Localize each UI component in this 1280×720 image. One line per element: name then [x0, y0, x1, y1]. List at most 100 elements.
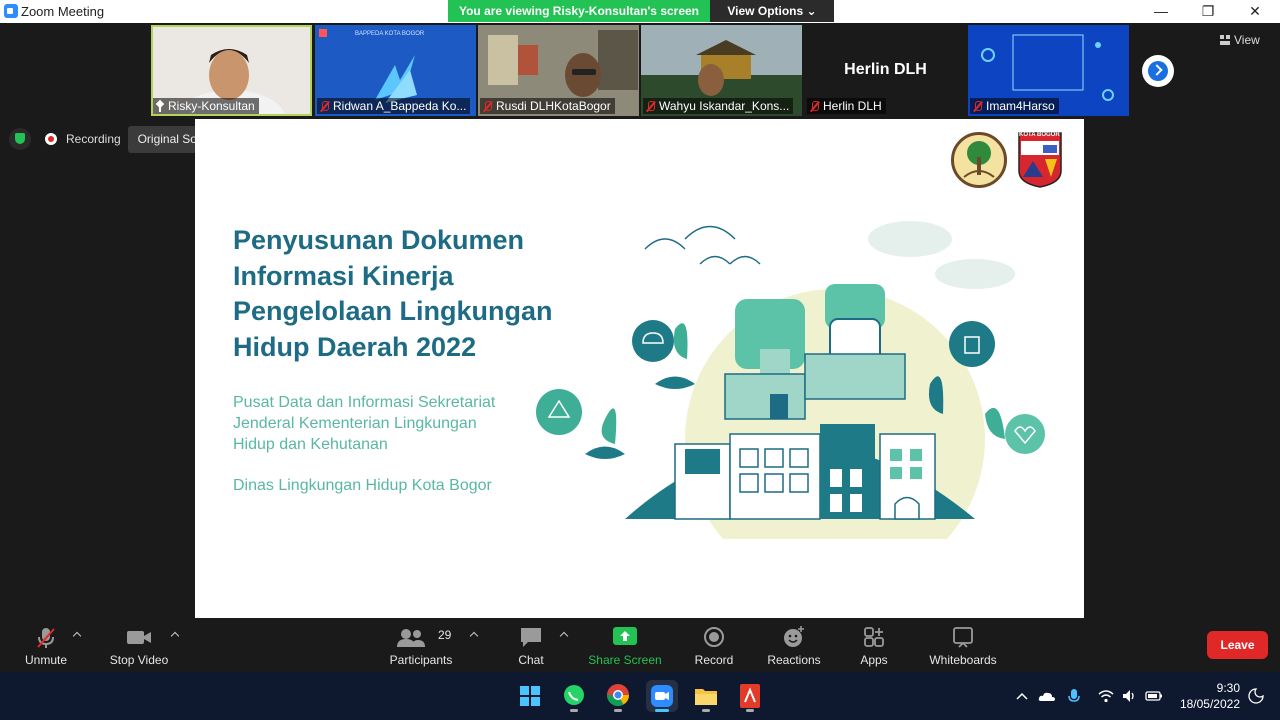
participant-tile[interactable]: Herlin DLH Herlin DLH: [805, 25, 966, 116]
participant-tile[interactable]: BAPPEDA KOTA BOGOR Ridwan A_Bappeda Ko..…: [315, 25, 476, 116]
wifi-icon[interactable]: [1098, 688, 1114, 704]
participant-strip: Risky-Konsultan BAPPEDA KOTA BOGOR Ridwa…: [0, 23, 1280, 118]
microphone-icon[interactable]: [1066, 688, 1082, 704]
record-button[interactable]: Record: [684, 620, 744, 672]
participant-name: Wahyu Iskandar_Kons...: [643, 98, 794, 114]
tree-icon: [963, 141, 995, 178]
view-options-label: View Options: [727, 4, 804, 18]
windows-taskbar: 9:30 18/05/2022: [0, 672, 1280, 720]
klhk-logo: [951, 132, 1007, 188]
reactions-button[interactable]: Reactions: [760, 620, 828, 672]
window-title: Zoom Meeting: [21, 4, 105, 19]
show-hidden-icons-chevron[interactable]: [1014, 688, 1030, 704]
system-clock[interactable]: 9:30 18/05/2022: [1170, 680, 1240, 712]
clock-time: 9:30: [1216, 681, 1240, 695]
chevron-right-icon: [1151, 64, 1163, 76]
leave-button[interactable]: Leave: [1207, 631, 1268, 659]
view-button[interactable]: View: [1220, 33, 1260, 47]
folder-icon: [695, 689, 717, 705]
participant-name: Rusdi DLHKotaBogor: [480, 98, 615, 114]
kota-bogor-logo: KOTA BOGOR: [1017, 131, 1063, 189]
apps-label: Apps: [860, 653, 888, 667]
start-button[interactable]: [514, 680, 546, 712]
title-bar: Zoom Meeting You are viewing Risky-Konsu…: [0, 0, 1280, 23]
meeting-toolbar: Unmute Stop Video 29 Participants Chat S…: [0, 620, 1280, 672]
smile-plus-icon: [784, 626, 804, 647]
participants-button[interactable]: 29 Participants: [384, 620, 458, 672]
taskbar-whatsapp[interactable]: [558, 680, 590, 712]
running-indicator: [655, 709, 669, 712]
chat-button[interactable]: Chat: [505, 620, 557, 672]
kota-bogor-text: KOTA BOGOR: [1019, 132, 1060, 138]
bappeda-banner-text: BAPPEDA KOTA BOGOR: [355, 31, 425, 37]
mic-muted-icon: [37, 628, 55, 648]
running-indicator: [614, 709, 622, 712]
grid-icon: [1220, 35, 1230, 45]
unmute-button[interactable]: Unmute: [10, 620, 82, 672]
participant-tile[interactable]: Imam4Harso: [968, 25, 1129, 116]
pdf-icon: [740, 684, 760, 708]
participant-name: Imam4Harso: [970, 98, 1059, 114]
whiteboards-label: Whiteboards: [929, 653, 997, 667]
security-shield-icon[interactable]: [9, 128, 31, 150]
mic-off-icon: [319, 100, 330, 112]
running-indicator: [702, 709, 710, 712]
next-page-button[interactable]: [1142, 55, 1174, 87]
close-button[interactable]: ✕: [1232, 0, 1278, 23]
participants-icon: [397, 629, 425, 647]
video-camera-icon: [127, 631, 151, 644]
mic-off-icon: [645, 100, 656, 112]
participant-name: Herlin DLH: [807, 98, 886, 114]
viewing-banner: You are viewing Risky-Konsultan's screen: [448, 0, 710, 22]
chrome-icon: [607, 684, 629, 706]
participant-name: Ridwan A_Bappeda Ko...: [317, 98, 471, 114]
apps-icon: [864, 627, 884, 647]
whiteboard-icon: [953, 627, 973, 648]
maximize-button[interactable]: ❐: [1185, 0, 1231, 23]
zoom-icon: [651, 685, 673, 707]
whatsapp-icon: [564, 685, 584, 705]
reactions-label: Reactions: [767, 653, 821, 667]
participants-label: Participants: [389, 653, 453, 667]
shared-screen-slide: KOTA BOGOR Penyusunan Dokumen Informasi …: [195, 119, 1084, 618]
mic-off-icon: [482, 100, 493, 112]
participant-tile[interactable]: Rusdi DLHKotaBogor: [478, 25, 639, 116]
participants-count: 29: [438, 628, 452, 642]
mic-off-icon: [972, 100, 983, 112]
taskbar-chrome[interactable]: [602, 680, 634, 712]
participants-options-caret[interactable]: [469, 631, 479, 641]
onedrive-cloud-icon[interactable]: [1038, 688, 1055, 704]
whiteboards-button[interactable]: Whiteboards: [920, 620, 1006, 672]
chat-options-caret[interactable]: [559, 631, 569, 641]
minimize-button[interactable]: —: [1138, 0, 1184, 23]
taskbar-pdf-reader[interactable]: [734, 680, 766, 712]
slide-subtitle: Pusat Data dan Informasi Sekretariat Jen…: [233, 394, 496, 453]
zoom-app-icon: [4, 4, 18, 18]
share-screen-button[interactable]: Share Screen: [584, 620, 666, 672]
participant-tile[interactable]: Wahyu Iskandar_Kons...: [641, 25, 802, 116]
taskbar-file-explorer[interactable]: [690, 680, 722, 712]
chat-icon: [521, 628, 541, 647]
clock-date: 18/05/2022: [1179, 697, 1240, 711]
participant-display-name: Herlin DLH: [844, 61, 927, 78]
participant-tile[interactable]: Risky-Konsultan: [151, 25, 312, 116]
volume-icon[interactable]: [1121, 688, 1137, 704]
stop-video-button[interactable]: Stop Video: [100, 620, 178, 672]
taskbar-zoom[interactable]: [646, 680, 678, 712]
view-options-button[interactable]: View Options ⌄: [710, 0, 834, 22]
record-icon: [704, 627, 724, 647]
share-screen-icon: [613, 627, 637, 645]
share-screen-label: Share Screen: [588, 653, 662, 667]
notifications-icon[interactable]: [1248, 688, 1264, 704]
stop-video-label: Stop Video: [109, 653, 169, 667]
apps-button[interactable]: Apps: [850, 620, 898, 672]
unmute-label: Unmute: [24, 653, 68, 667]
running-indicator: [570, 709, 578, 712]
record-label: Record: [694, 653, 734, 667]
slide-organization: Dinas Lingkungan Hidup Kota Bogor: [233, 477, 492, 494]
chat-label: Chat: [518, 653, 544, 667]
participant-name: Risky-Konsultan: [153, 98, 259, 114]
community-illustration: [536, 221, 1045, 539]
battery-icon[interactable]: [1145, 688, 1162, 704]
pin-icon: [155, 101, 165, 112]
